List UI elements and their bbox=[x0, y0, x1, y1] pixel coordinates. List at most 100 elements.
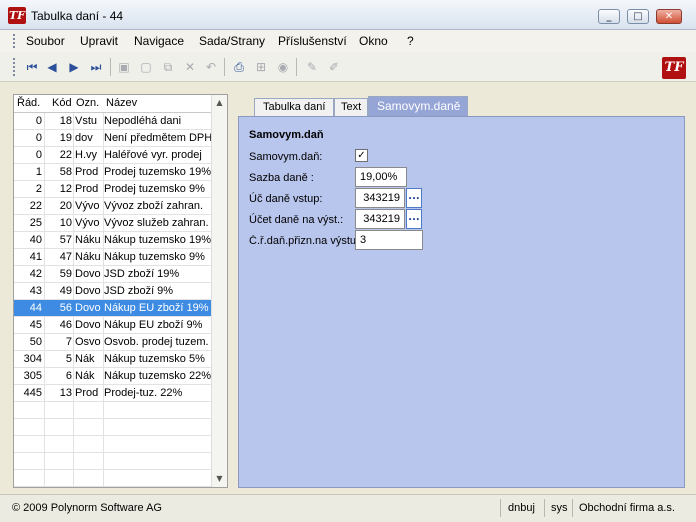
cell-kod: 20 bbox=[59, 200, 72, 212]
tree-button[interactable]: ⊞ bbox=[253, 59, 269, 75]
cell-rad: 1 bbox=[35, 166, 42, 178]
column-header-kod[interactable]: Kód bbox=[52, 97, 72, 109]
window-title: Tabulka daní - 44 bbox=[31, 9, 124, 23]
menu-prislusenstvi[interactable]: Příslušenství bbox=[278, 34, 347, 48]
table-row[interactable]: 0 18 Vstu Nepodléhá dani bbox=[14, 113, 212, 130]
table-row[interactable]: 50 7 Osvo Osvob. prodej tuzem. bbox=[14, 334, 212, 351]
cell-nazev: Není předmětem DPH bbox=[104, 132, 212, 144]
cell-kod: 13 bbox=[59, 387, 72, 399]
pencil-icon: ✐ bbox=[328, 60, 340, 74]
samovym-checkbox[interactable]: ✓ bbox=[355, 149, 368, 162]
grid-header: Řád. Kód Ozn. Název bbox=[14, 95, 212, 113]
cell-kod: 59 bbox=[59, 268, 72, 280]
filter-icon: ◉ bbox=[277, 60, 289, 74]
column-header-nazev[interactable]: Název bbox=[106, 97, 137, 109]
tab-strip: Tabulka daní Text Samovym.daně bbox=[238, 95, 685, 117]
table-row[interactable]: 44 56 Dovo Nákup EU zboží 19% bbox=[14, 300, 212, 317]
cr-field[interactable]: 3 bbox=[355, 230, 423, 250]
minimize-button[interactable]: _ bbox=[598, 9, 620, 24]
grid-vertical-scrollbar[interactable]: ▲ ▼ bbox=[211, 95, 227, 487]
menu-okno[interactable]: Okno bbox=[359, 34, 388, 48]
cell-ozn: H.vy bbox=[75, 149, 97, 161]
cell-rad: 0 bbox=[35, 132, 42, 144]
toolbar: ⏮ ◀ ▶ ⏭ ▣ ▢ ⧉ ✕ ↶ ⎙ ⊞ ◉ ✎ ✐ TF bbox=[0, 52, 696, 82]
cell-nazev: Prodej tuzemsko 9% bbox=[104, 183, 205, 195]
menu-upravit[interactable]: Upravit bbox=[80, 34, 118, 48]
undo-icon: ↶ bbox=[205, 60, 217, 74]
delete-button[interactable]: ✕ bbox=[182, 59, 198, 75]
tab-tabulka-dani[interactable]: Tabulka daní bbox=[254, 98, 334, 117]
menu-help[interactable]: ? bbox=[407, 34, 414, 48]
toolbar-grip-icon[interactable] bbox=[13, 58, 16, 76]
empty-row bbox=[14, 436, 212, 453]
table-row[interactable]: 305 6 Nák Nákup tuzemsko 22% bbox=[14, 368, 212, 385]
menu-sada-strany[interactable]: Sada/Strany bbox=[199, 34, 265, 48]
samovym-label: Samovym.daň: bbox=[249, 151, 323, 163]
cell-nazev: Nákup tuzemsko 5% bbox=[104, 353, 205, 365]
table-row[interactable]: 42 59 Dovo JSD zboží 19% bbox=[14, 266, 212, 283]
uc-vstup-browse-button[interactable]: ... bbox=[406, 188, 422, 208]
edit-button[interactable]: ✎ bbox=[304, 59, 320, 75]
table-row[interactable]: 1 58 Prod Prodej tuzemsko 19% bbox=[14, 164, 212, 181]
table-row[interactable]: 0 22 H.vy Haléřové vyr. prodej bbox=[14, 147, 212, 164]
cell-nazev: Nákup tuzemsko 19% bbox=[104, 234, 211, 246]
copy-icon: ⧉ bbox=[163, 59, 173, 74]
table-row[interactable]: 43 49 Dovo JSD zboží 9% bbox=[14, 283, 212, 300]
cell-ozn: Osvo bbox=[75, 336, 101, 348]
table-row[interactable]: 304 5 Nák Nákup tuzemsko 5% bbox=[14, 351, 212, 368]
empty-row bbox=[14, 470, 212, 487]
copy-button[interactable]: ⧉ bbox=[160, 59, 176, 75]
cell-kod: 49 bbox=[59, 285, 72, 297]
new-button[interactable]: ▢ bbox=[138, 59, 154, 75]
cell-nazev: Vývoz zboží zahran. bbox=[104, 200, 204, 212]
table-row[interactable]: 25 10 Vývo Vývoz služeb zahran. bbox=[14, 215, 212, 232]
cell-nazev: Prodej-tuz. 22% bbox=[104, 387, 183, 399]
print-button[interactable]: ⎙ bbox=[231, 59, 247, 75]
cell-ozn: Vstu bbox=[75, 115, 98, 127]
menu-navigace[interactable]: Navigace bbox=[134, 34, 184, 48]
table-row[interactable]: 0 19 dov Není předmětem DPH bbox=[14, 130, 212, 147]
cell-nazev: Nepodléhá dani bbox=[104, 115, 182, 127]
pencil-button[interactable]: ✐ bbox=[326, 59, 342, 75]
column-header-rad[interactable]: Řád. bbox=[17, 97, 40, 109]
prev-record-button[interactable]: ◀ bbox=[44, 59, 60, 75]
cell-ozn: dov bbox=[75, 132, 93, 144]
first-record-button[interactable]: ⏮ bbox=[24, 59, 40, 75]
cr-label: Č.ř.daň.přizn.na výstu bbox=[249, 235, 355, 247]
table-row[interactable]: 2 12 Prod Prodej tuzemsko 9% bbox=[14, 181, 212, 198]
scroll-down-icon[interactable]: ▼ bbox=[212, 471, 227, 487]
company-logo-icon: TF bbox=[662, 57, 686, 79]
column-header-ozn[interactable]: Ozn. bbox=[76, 97, 99, 109]
maximize-button[interactable]: □ bbox=[627, 9, 649, 24]
cell-ozn: Nák bbox=[75, 353, 95, 365]
uc-vstup-field[interactable]: 343219 bbox=[355, 188, 405, 208]
scroll-up-icon[interactable]: ▲ bbox=[212, 95, 227, 111]
undo-button[interactable]: ↶ bbox=[203, 59, 219, 75]
cell-rad: 40 bbox=[29, 234, 42, 246]
menu-soubor[interactable]: Soubor bbox=[26, 34, 65, 48]
menu-grip-icon[interactable] bbox=[13, 34, 16, 48]
cell-ozn: Prod bbox=[75, 387, 99, 399]
next-record-button[interactable]: ▶ bbox=[66, 59, 82, 75]
sazba-field[interactable]: 19,00% bbox=[355, 167, 407, 187]
tree-icon: ⊞ bbox=[255, 60, 267, 74]
ucet-vyst-field[interactable]: 343219 bbox=[355, 209, 405, 229]
table-row[interactable]: 445 13 Prod Prodej-tuz. 22% bbox=[14, 385, 212, 402]
last-record-button[interactable]: ⏭ bbox=[88, 59, 104, 75]
table-row[interactable]: 22 20 Vývo Vývoz zboží zahran. bbox=[14, 198, 212, 215]
sazba-label: Sazba daně : bbox=[249, 172, 314, 184]
table-row[interactable]: 41 47 Náku Nákup tuzemsko 9% bbox=[14, 249, 212, 266]
cell-ozn: Náku bbox=[75, 234, 101, 246]
table-row[interactable]: 40 57 Náku Nákup tuzemsko 19% bbox=[14, 232, 212, 249]
copyright-text: © 2009 Polynorm Software AG bbox=[12, 502, 162, 514]
save-button[interactable]: ▣ bbox=[116, 59, 132, 75]
cell-rad: 0 bbox=[35, 115, 42, 127]
tab-samovym-dane[interactable]: Samovym.daně bbox=[368, 96, 468, 117]
close-button[interactable]: ✕ bbox=[656, 9, 682, 24]
filter-button[interactable]: ◉ bbox=[275, 59, 291, 75]
save-icon: ▣ bbox=[118, 60, 130, 74]
ucet-vyst-browse-button[interactable]: ... bbox=[406, 209, 422, 229]
tab-text[interactable]: Text bbox=[334, 98, 368, 117]
table-row[interactable]: 45 46 Dovo Nákup EU zboží 9% bbox=[14, 317, 212, 334]
cell-kod: 19 bbox=[59, 132, 72, 144]
